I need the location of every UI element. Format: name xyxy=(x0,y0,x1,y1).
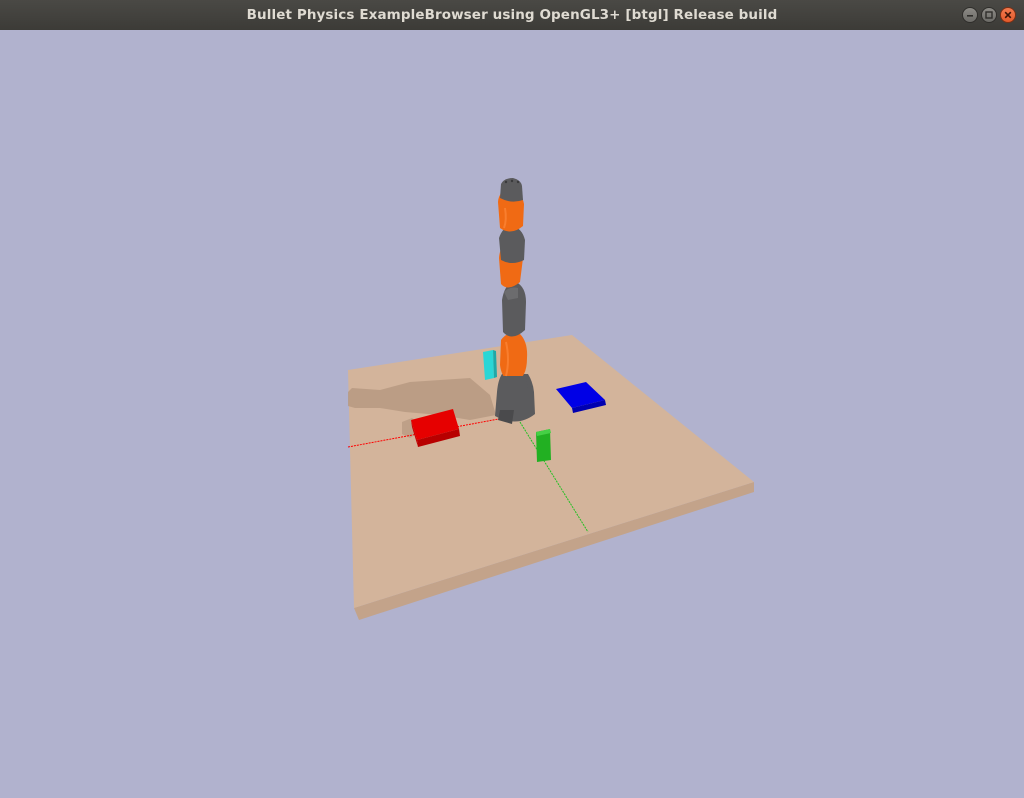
table xyxy=(348,335,754,620)
window-controls xyxy=(962,7,1016,23)
cyan-block xyxy=(483,350,497,380)
close-icon xyxy=(1004,11,1012,19)
close-button[interactable] xyxy=(1000,7,1016,23)
example-browser-window: Bullet Physics ExampleBrowser using Open… xyxy=(0,0,1024,798)
window-title: Bullet Physics ExampleBrowser using Open… xyxy=(246,7,778,23)
green-block xyxy=(536,429,551,462)
minimize-icon xyxy=(967,15,973,17)
maximize-button[interactable] xyxy=(981,7,997,23)
title-bar[interactable]: Bullet Physics ExampleBrowser using Open… xyxy=(0,0,1024,30)
3d-viewport[interactable] xyxy=(0,30,1024,798)
scene-render xyxy=(347,178,754,620)
minimize-button[interactable] xyxy=(962,7,978,23)
kuka-robot-arm xyxy=(495,178,535,424)
maximize-icon xyxy=(985,11,993,19)
